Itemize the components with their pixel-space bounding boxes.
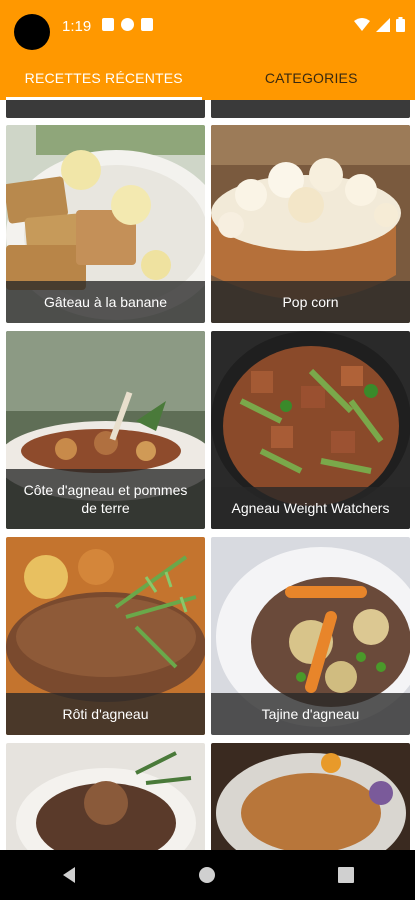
- home-button[interactable]: [187, 855, 227, 895]
- recents-icon: [337, 867, 354, 883]
- home-icon: [199, 867, 216, 883]
- sd-card-icon: [141, 18, 153, 31]
- notification-icon: [102, 18, 114, 31]
- back-icon: [63, 867, 76, 883]
- signal-icon: [376, 17, 390, 32]
- recipe-card-caption: [211, 100, 410, 118]
- recipe-card-lamb-chop-potatoes[interactable]: Côte d'agneau et pommes de terre: [6, 331, 205, 529]
- recipe-card-lamb-tagine[interactable]: Tajine d'agneau: [211, 537, 410, 735]
- tab-label: CATEGORIES: [264, 70, 358, 86]
- tab-bar: RECETTES RÉCENTES CATEGORIES: [0, 56, 415, 100]
- back-button[interactable]: [49, 855, 89, 895]
- notification-icons: [102, 18, 153, 31]
- navigation-bar: [0, 850, 415, 900]
- recipe-card-banana-cake[interactable]: Gâteau à la banane: [6, 125, 205, 323]
- status-time: 1:19: [62, 18, 92, 35]
- recipe-card-partial[interactable]: [211, 743, 410, 850]
- recipe-image: [211, 743, 410, 850]
- app-notification-icon: [121, 18, 134, 31]
- recipe-card-pop-corn[interactable]: Pop corn: [211, 125, 410, 323]
- system-icons: [354, 17, 405, 32]
- recipe-card-caption: Rôti d'agneau: [6, 693, 205, 735]
- recipe-card-partial[interactable]: [6, 743, 205, 850]
- recipe-card-caption: Pop corn: [211, 281, 410, 323]
- status-bar: 1:19: [0, 0, 415, 56]
- recipe-grid[interactable]: Gâteau à la banane Pop corn Côte d'agnea…: [0, 100, 415, 850]
- tab-categories[interactable]: CATEGORIES: [208, 56, 415, 100]
- recents-button[interactable]: [326, 855, 366, 895]
- recipe-card-caption: Côte d'agneau et pommes de terre: [6, 469, 205, 529]
- battery-icon: [396, 17, 405, 32]
- recipe-card-lamb-weight-watchers[interactable]: Agneau Weight Watchers: [211, 331, 410, 529]
- recipe-card-caption: Agneau Weight Watchers: [211, 487, 410, 529]
- tab-recent-recipes[interactable]: RECETTES RÉCENTES: [0, 56, 208, 100]
- recipe-card-roast-lamb[interactable]: Rôti d'agneau: [6, 537, 205, 735]
- recipe-image: [6, 743, 205, 850]
- recipe-card-caption: [6, 100, 205, 118]
- wifi-icon: [354, 17, 370, 31]
- tab-label: RECETTES RÉCENTES: [24, 70, 183, 86]
- recipe-card-partial[interactable]: [211, 100, 410, 118]
- recipe-card-partial[interactable]: [6, 100, 205, 118]
- recipe-card-caption: Gâteau à la banane: [6, 281, 205, 323]
- camera-cutout: [14, 14, 50, 50]
- recipe-card-caption: Tajine d'agneau: [211, 693, 410, 735]
